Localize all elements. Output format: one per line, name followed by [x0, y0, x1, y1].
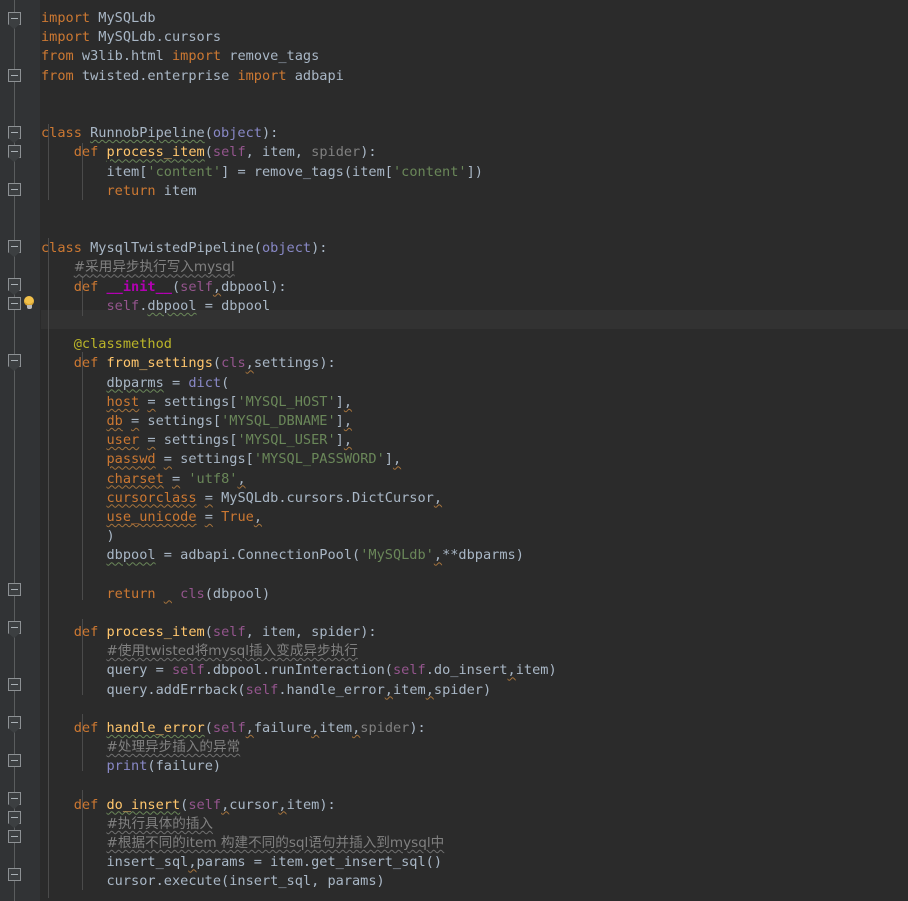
code-line[interactable]: )	[41, 527, 908, 546]
fold-marker-class-runnob[interactable]	[8, 126, 21, 143]
code-line[interactable]: def handle_error(self,failure,item,spide…	[41, 719, 908, 738]
code-line[interactable]: item['content'] = remove_tags(item['cont…	[41, 163, 908, 182]
fold-marker-def-from-settings[interactable]	[8, 354, 21, 371]
code-line[interactable]: from w3lib.html import remove_tags	[41, 47, 908, 66]
code-line[interactable]	[41, 316, 908, 335]
code-line[interactable]: #根据不同的item 构建不同的sql语句并插入到mysql中	[41, 834, 908, 853]
code-line[interactable]	[41, 777, 908, 796]
code-line[interactable]	[41, 565, 908, 584]
fold-marker-from-twisted[interactable]	[8, 69, 21, 82]
code-line[interactable]: cursorclass = MySQLdb.cursors.DictCursor…	[41, 489, 908, 508]
fold-marker-init-end[interactable]	[8, 297, 21, 310]
code-line[interactable]	[41, 220, 908, 239]
code-line[interactable]: def __init__(self,dbpool):	[41, 278, 908, 297]
code-editor[interactable]: import MySQLdb import MySQLdb.cursors fr…	[0, 0, 908, 901]
code-line[interactable]	[41, 105, 908, 124]
fold-marker-def-process-item-2[interactable]	[8, 621, 21, 638]
code-line[interactable]: #处理异步插入的异常	[41, 738, 908, 757]
code-line[interactable]: class RunnobPipeline(object):	[41, 124, 908, 143]
code-line[interactable]: print(failure)	[41, 757, 908, 776]
code-line[interactable]: query.addErrback(self.handle_error,item,…	[41, 681, 908, 700]
code-line[interactable]	[41, 86, 908, 105]
fold-marker-def-process-item-1[interactable]	[8, 145, 21, 162]
code-line[interactable]: dbparms = dict(	[41, 374, 908, 393]
code-line[interactable]: self.dbpool = dbpool	[41, 297, 908, 316]
code-line[interactable]: def process_item(self, item, spider):	[41, 623, 908, 642]
fold-marker-do-insert-mid[interactable]	[8, 811, 21, 828]
code-line[interactable]: @classmethod	[41, 335, 908, 354]
fold-marker-tail[interactable]	[8, 868, 21, 881]
fold-marker-process-item-1-end[interactable]	[8, 183, 21, 196]
code-line[interactable]: charset = 'utf8',	[41, 470, 908, 489]
code-line[interactable]: cursor.execute(insert_sql, params)	[41, 872, 908, 891]
code-line[interactable]: passwd = settings['MYSQL_PASSWORD'],	[41, 450, 908, 469]
fold-marker-import-block[interactable]	[8, 12, 21, 29]
lightbulb-base	[26, 305, 32, 309]
code-line[interactable]: user = settings['MYSQL_USER'],	[41, 431, 908, 450]
fold-marker-def-do-insert[interactable]	[8, 792, 21, 809]
code-content-area[interactable]: import MySQLdb import MySQLdb.cursors fr…	[41, 0, 908, 901]
intention-lightbulb-icon[interactable]	[22, 296, 36, 310]
code-line[interactable]: #执行具体的插入	[41, 815, 908, 834]
code-line[interactable]: class MysqlTwistedPipeline(object):	[41, 239, 908, 258]
code-line[interactable]: def process_item(self, item, spider):	[41, 143, 908, 162]
fold-marker-do-insert-end[interactable]	[8, 830, 21, 843]
code-line[interactable]: db = settings['MYSQL_DBNAME'],	[41, 412, 908, 431]
code-line[interactable]	[41, 201, 908, 220]
code-line[interactable]: dbpool = adbapi.ConnectionPool('MySQLdb'…	[41, 546, 908, 565]
code-line[interactable]: insert_sql,params = item.get_insert_sql(…	[41, 853, 908, 872]
code-line[interactable]	[41, 604, 908, 623]
fold-marker-def-init[interactable]	[8, 278, 21, 295]
fold-marker-from-settings-end[interactable]	[8, 583, 21, 596]
code-line[interactable]: #使用twisted将mysql插入变成异步执行	[41, 642, 908, 661]
code-line[interactable]: use_unicode = True,	[41, 508, 908, 527]
code-line[interactable]: #采用异步执行写入mysql	[41, 258, 908, 277]
code-line[interactable]: host = settings['MYSQL_HOST'],	[41, 393, 908, 412]
fold-marker-class-mysqltwisted[interactable]	[8, 240, 21, 257]
code-lines[interactable]: import MySQLdb import MySQLdb.cursors fr…	[41, 9, 908, 892]
code-line[interactable]: return item	[41, 182, 908, 201]
code-line[interactable]: query = self.dbpool.runInteraction(self.…	[41, 661, 908, 680]
code-line[interactable]: def do_insert(self,cursor,item):	[41, 796, 908, 815]
fold-marker-process-item-2-end[interactable]	[8, 678, 21, 691]
code-line[interactable]	[41, 700, 908, 719]
code-line[interactable]: return cls(dbpool)	[41, 585, 908, 604]
code-line[interactable]: import MySQLdb.cursors	[41, 28, 908, 47]
fold-marker-def-handle-error[interactable]	[8, 716, 21, 733]
code-line[interactable]: def from_settings(cls,settings):	[41, 354, 908, 373]
code-line[interactable]: from twisted.enterprise import adbapi	[41, 67, 908, 86]
code-line[interactable]: import MySQLdb	[41, 9, 908, 28]
fold-marker-handle-error-end[interactable]	[8, 754, 21, 767]
